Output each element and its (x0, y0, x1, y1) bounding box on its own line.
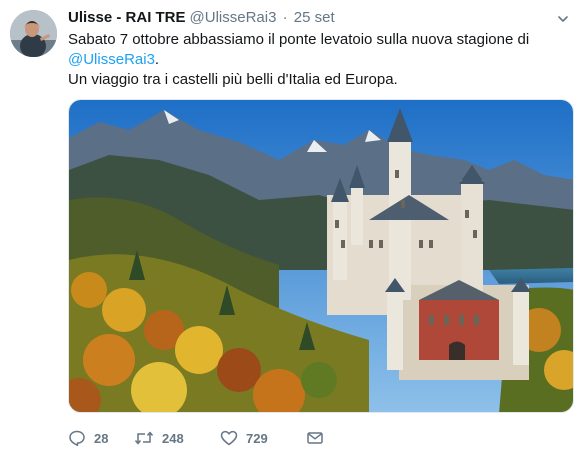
reply-icon (69, 430, 85, 447)
retweet-button[interactable]: 248 (134, 429, 220, 447)
retweet-count: 248 (162, 430, 184, 446)
tweet-photo[interactable] (68, 99, 574, 413)
mention-link[interactable]: @UlisseRai3 (68, 51, 155, 68)
retweet-icon (134, 431, 154, 445)
tweet-text-line-2: @UlisseRai3. (68, 50, 568, 70)
heart-icon (220, 430, 238, 446)
envelope-icon (307, 432, 323, 444)
chevron-down-icon[interactable] (556, 12, 570, 26)
like-button[interactable]: 729 (220, 429, 306, 447)
like-count: 729 (246, 430, 268, 446)
mention-suffix: . (154, 51, 160, 68)
reply-count: 28 (94, 430, 109, 446)
author-handle[interactable]: @UlisseRai3 (190, 9, 277, 26)
tweet-text-line-1: Sabato 7 ottobre abbassiamo il ponte lev… (68, 31, 530, 48)
author-name[interactable]: Ulisse - RAI TRE (68, 9, 186, 26)
tweet[interactable]: Ulisse - RAI TRE @UlisseRai3 · 25 set Sab… (0, 0, 584, 455)
tweet-text: Sabato 7 ottobre abbassiamo il ponte lev… (68, 30, 568, 90)
tweet-actions: 28 248 729 (68, 428, 324, 448)
direct-message-button[interactable] (306, 429, 324, 447)
tweet-timestamp[interactable]: 25 set (294, 9, 335, 26)
tweet-text-line-3: Un viaggio tra i castelli più belli d'It… (68, 71, 398, 88)
avatar[interactable] (10, 10, 57, 57)
reply-button[interactable]: 28 (68, 429, 134, 447)
tweet-header: Ulisse - RAI TRE @UlisseRai3 · 25 set (68, 8, 335, 28)
separator-dot: · (282, 9, 288, 26)
